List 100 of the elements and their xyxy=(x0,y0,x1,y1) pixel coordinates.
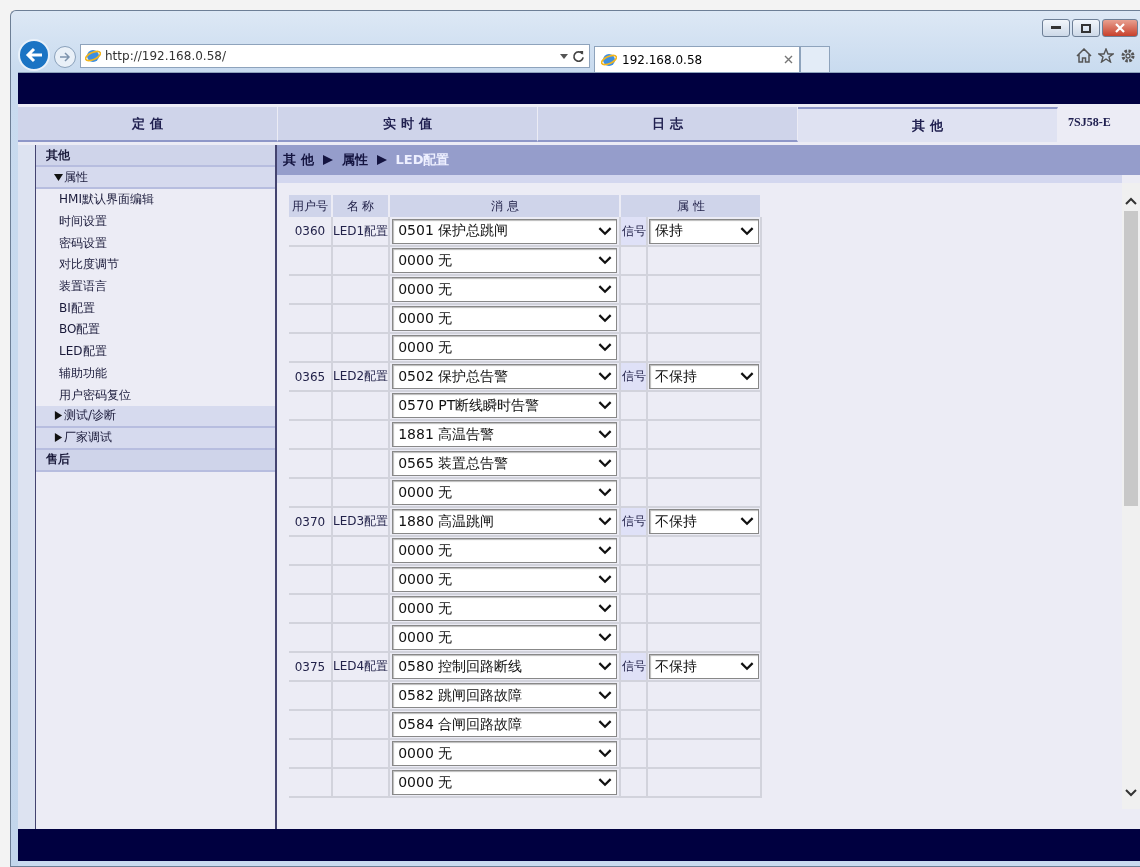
right-triangle-icon xyxy=(322,155,333,165)
group-label: 厂家调试 xyxy=(64,429,112,447)
sidebar-section[interactable]: 售后 xyxy=(36,449,275,472)
sidebar-item[interactable]: HMI默认界面编辑 xyxy=(36,189,275,211)
message-dropdown[interactable]: 1881 高温告警 xyxy=(392,422,618,447)
caret-icon xyxy=(598,285,613,294)
user-number: 0360 xyxy=(294,224,326,238)
close-button[interactable] xyxy=(1102,19,1138,37)
device-model: 7SJ58-E xyxy=(1067,114,1112,131)
right-arrow-icon xyxy=(59,52,71,62)
message-dropdown[interactable]: 0000 无 xyxy=(392,596,618,621)
url-text: http://192.168.0.58/ xyxy=(105,49,227,63)
user-number: 0370 xyxy=(294,514,326,529)
message-dropdown[interactable]: 0502 保护总告警 xyxy=(392,364,618,389)
caret-icon xyxy=(598,720,613,729)
column-header: 属 性 xyxy=(620,195,762,217)
message-dropdown[interactable]: 0000 无 xyxy=(392,625,618,650)
sidebar-item[interactable]: LED配置 xyxy=(36,340,275,363)
message-dropdown[interactable]: 0000 无 xyxy=(392,335,618,360)
hold-dropdown[interactable]: 不保持 xyxy=(649,509,760,534)
sidebar-item[interactable]: 装置语言 xyxy=(36,275,275,298)
address-field[interactable]: http://192.168.0.58/ xyxy=(80,44,590,68)
message-dropdown[interactable]: 0000 无 xyxy=(392,741,618,766)
dropdown-caret-icon[interactable] xyxy=(560,53,568,59)
message-dropdown[interactable]: 0565 装置总告警 xyxy=(392,451,618,476)
signal-label: 信号 xyxy=(621,223,646,238)
caret-icon xyxy=(740,517,755,526)
sidebar-section[interactable]: 其他 xyxy=(36,145,275,167)
close-icon[interactable] xyxy=(784,55,793,64)
scrollbar-thumb[interactable] xyxy=(1124,211,1138,506)
caret-icon xyxy=(598,401,613,410)
sidebar-item[interactable]: BO配置 xyxy=(36,319,275,341)
sidebar-item[interactable]: BI配置 xyxy=(36,297,275,320)
settings-icon[interactable] xyxy=(1120,48,1136,64)
maximize-icon xyxy=(1081,23,1091,33)
caret-icon xyxy=(598,749,613,758)
caret-icon xyxy=(740,662,755,671)
sidebar-item[interactable]: 密码设置 xyxy=(36,232,275,255)
column-header: 消 息 xyxy=(389,195,621,217)
close-icon xyxy=(1115,23,1125,33)
caret-icon xyxy=(598,604,613,613)
breadcrumb-item[interactable]: 其 他 xyxy=(283,151,314,169)
message-dropdown[interactable]: 0000 无 xyxy=(392,306,618,331)
message-dropdown[interactable]: 0580 控制回路断线 xyxy=(392,654,618,679)
caret-icon xyxy=(598,226,613,236)
caret-icon xyxy=(598,575,613,584)
sidebar-item[interactable]: 时间设置 xyxy=(36,210,275,233)
nav-tab[interactable]: 实 时 值 xyxy=(278,107,538,142)
caret-icon xyxy=(598,517,613,526)
scrollbar[interactable] xyxy=(1122,183,1140,809)
column-header: 用户号 xyxy=(289,195,332,217)
led-name: LED1配置 xyxy=(333,223,389,238)
led-name: LED3配置 xyxy=(333,514,389,528)
sidebar-group[interactable]: 测试/诊断 xyxy=(36,405,275,428)
caret-icon xyxy=(598,546,613,555)
sidebar-group[interactable]: 厂家调试 xyxy=(36,427,275,450)
home-icon[interactable] xyxy=(1076,48,1092,63)
message-dropdown[interactable]: 0000 无 xyxy=(392,567,618,592)
caret-icon xyxy=(598,662,613,671)
nav-tab[interactable]: 日 志 xyxy=(538,107,798,142)
hold-dropdown[interactable]: 保持 xyxy=(649,218,760,244)
sidebar-item[interactable]: 用户密码复位 xyxy=(36,384,275,406)
message-dropdown[interactable]: 0570 PT断线瞬时告警 xyxy=(392,393,618,418)
signal-label: 信号 xyxy=(621,659,646,673)
caret-icon xyxy=(598,430,613,439)
caret-icon xyxy=(598,459,613,468)
message-dropdown[interactable]: 0000 无 xyxy=(392,248,618,273)
caret-icon xyxy=(598,488,613,497)
message-dropdown[interactable]: 0000 无 xyxy=(392,538,618,563)
maximize-button[interactable] xyxy=(1072,19,1100,37)
message-dropdown[interactable]: 0000 无 xyxy=(392,480,618,505)
message-dropdown[interactable]: 0000 无 xyxy=(392,277,618,302)
led-name: LED2配置 xyxy=(333,369,389,383)
tab-title: 192.168.0.58 xyxy=(622,52,704,67)
nav-tab[interactable]: 定 值 xyxy=(18,107,278,142)
hold-dropdown[interactable]: 不保持 xyxy=(649,364,760,389)
back-button[interactable] xyxy=(18,39,50,71)
caret-icon xyxy=(598,343,613,352)
caret-icon xyxy=(598,256,613,265)
message-dropdown[interactable]: 1880 高温跳闸 xyxy=(392,509,618,534)
message-dropdown[interactable]: 0584 合闸回路故障 xyxy=(392,712,618,737)
sidebar-item[interactable]: 对比度调节 xyxy=(36,254,275,276)
breadcrumb-item[interactable]: 属性 xyxy=(341,151,368,169)
refresh-icon[interactable] xyxy=(572,49,585,63)
group-label: 属性 xyxy=(64,168,88,186)
hold-dropdown[interactable]: 不保持 xyxy=(649,654,760,679)
minimize-button[interactable] xyxy=(1042,19,1070,37)
sidebar-group[interactable]: 属性 xyxy=(36,167,275,189)
user-number: 0375 xyxy=(294,659,326,674)
nav-tab[interactable]: 其 他 xyxy=(798,107,1058,142)
sidebar-item[interactable]: 辅助功能 xyxy=(36,362,275,385)
browser-tab[interactable]: 192.168.0.58 xyxy=(594,46,800,72)
star-icon[interactable] xyxy=(1098,48,1114,63)
signal-label: 信号 xyxy=(621,514,646,528)
message-dropdown[interactable]: 0582 跳闸回路故障 xyxy=(392,683,618,708)
message-dropdown[interactable]: 0000 无 xyxy=(392,770,618,795)
signal-label: 信号 xyxy=(621,369,646,383)
caret-icon xyxy=(740,372,755,381)
message-dropdown[interactable]: 0501 保护总跳闸 xyxy=(392,218,618,244)
caret-icon xyxy=(598,691,613,700)
